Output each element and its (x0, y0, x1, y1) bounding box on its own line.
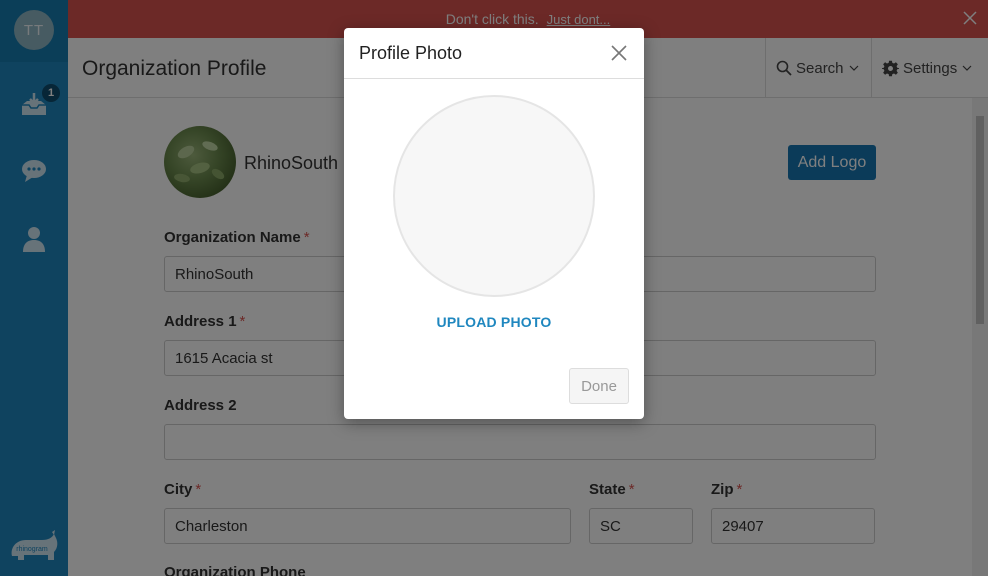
profile-photo-modal: Profile Photo UPLOAD PHOTO Done (344, 28, 644, 419)
upload-photo-button[interactable]: UPLOAD PHOTO (344, 314, 644, 330)
done-button[interactable]: Done (569, 368, 629, 404)
close-icon[interactable] (610, 44, 628, 62)
modal-header: Profile Photo (344, 28, 644, 79)
photo-placeholder (393, 95, 595, 297)
modal-title: Profile Photo (359, 43, 463, 63)
